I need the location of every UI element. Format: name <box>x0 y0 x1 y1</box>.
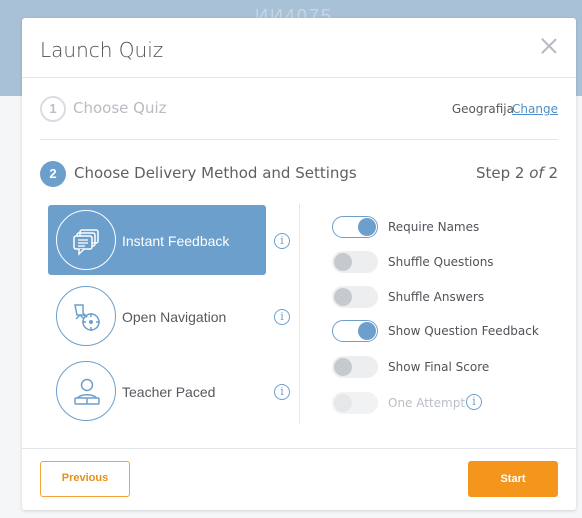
step-1-number: 1 <box>40 96 66 122</box>
modal-header: Launch Quiz <box>22 18 576 78</box>
step-1-label: Choose Quiz <box>73 99 167 117</box>
setting-one-attempt: One Attempt i <box>332 390 572 418</box>
show-final-score-toggle[interactable] <box>332 356 378 378</box>
launch-quiz-modal: Launch Quiz 1 Choose Quiz Geografija Cha… <box>22 18 576 510</box>
step-2-number: 2 <box>40 161 66 187</box>
info-icon[interactable]: i <box>274 233 290 249</box>
teacher-icon <box>56 361 116 421</box>
modal-title: Launch Quiz <box>40 38 164 62</box>
setting-show-final-score: Show Final Score <box>332 354 572 382</box>
require-names-toggle[interactable] <box>332 216 378 238</box>
shuffle-questions-toggle[interactable] <box>332 251 378 273</box>
info-icon[interactable]: i <box>466 394 482 410</box>
setting-label: Require Names <box>388 220 480 234</box>
method-label: Open Navigation <box>122 309 227 325</box>
column-divider <box>299 204 300 424</box>
show-question-feedback-toggle[interactable] <box>332 320 378 342</box>
info-icon[interactable]: i <box>274 309 290 325</box>
step-counter: Step 2 of 2 <box>475 164 558 182</box>
step-choose-quiz: 1 Choose Quiz Geografija Change <box>40 96 558 140</box>
one-attempt-toggle <box>332 392 378 414</box>
setting-label: Show Question Feedback <box>388 324 539 338</box>
selected-quiz-name: Geografija <box>451 102 514 116</box>
setting-shuffle-answers: Shuffle Answers <box>332 284 572 312</box>
method-instant-feedback[interactable]: Instant Feedback <box>48 205 266 275</box>
change-quiz-link[interactable]: Change <box>512 102 558 116</box>
step-2-label: Choose Delivery Method and Settings <box>74 164 357 182</box>
method-teacher-paced[interactable]: Teacher Paced <box>48 356 266 426</box>
modal-footer: Previous Start <box>22 448 576 510</box>
start-button[interactable]: Start <box>468 461 558 497</box>
close-icon[interactable] <box>540 37 558 55</box>
navigation-icon <box>56 286 116 346</box>
setting-label: Shuffle Answers <box>388 290 485 304</box>
shuffle-answers-toggle[interactable] <box>332 286 378 308</box>
previous-button[interactable]: Previous <box>40 461 130 497</box>
method-label: Teacher Paced <box>122 384 216 400</box>
setting-label: Show Final Score <box>388 360 490 374</box>
setting-label: One Attempt <box>388 396 466 410</box>
setting-shuffle-questions: Shuffle Questions <box>332 249 572 277</box>
setting-label: Shuffle Questions <box>388 255 494 269</box>
setting-require-names: Require Names <box>332 214 572 242</box>
setting-show-question-feedback: Show Question Feedback <box>332 318 572 346</box>
method-open-navigation[interactable]: Open Navigation <box>48 281 266 351</box>
chat-feedback-icon <box>56 210 116 270</box>
method-label: Instant Feedback <box>122 233 230 249</box>
info-icon[interactable]: i <box>274 384 290 400</box>
